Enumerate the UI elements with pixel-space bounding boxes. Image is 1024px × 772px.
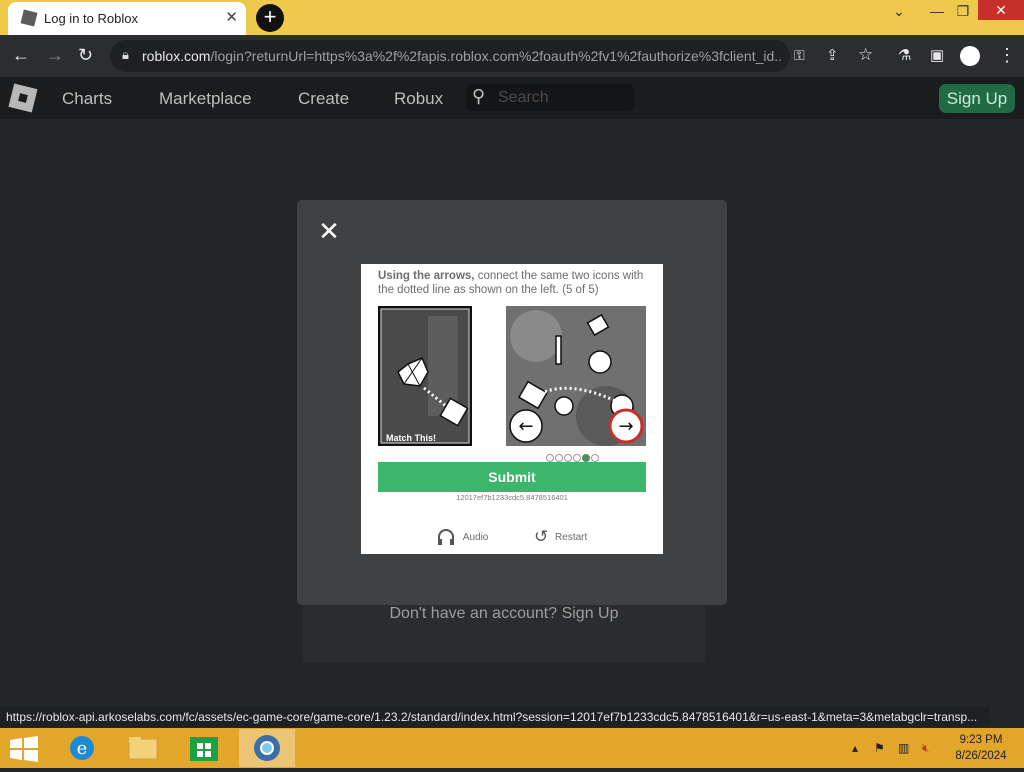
tab-title: Log in to Roblox bbox=[44, 11, 138, 26]
back-icon[interactable]: ← bbox=[12, 45, 30, 66]
browser-tab[interactable]: Log in to Roblox ✕ bbox=[8, 2, 246, 35]
restore-button[interactable]: ❐ bbox=[948, 0, 978, 22]
captcha-audio-button[interactable]: Audio bbox=[436, 527, 488, 547]
site-search-input[interactable]: ⚲ Search bbox=[466, 84, 634, 111]
pager-dot bbox=[582, 454, 590, 462]
bookmark-star-icon[interactable]: ☆ bbox=[858, 45, 873, 65]
pager-dot bbox=[564, 454, 572, 462]
tab-close-icon[interactable]: ✕ bbox=[225, 8, 238, 26]
shell-icon bbox=[554, 396, 574, 416]
svg-text:e: e bbox=[77, 738, 88, 759]
file-explorer-icon[interactable] bbox=[117, 729, 169, 767]
captcha-puzzle-image: ← → bbox=[506, 306, 646, 446]
forward-icon[interactable]: → bbox=[46, 45, 64, 66]
profile-avatar-icon[interactable] bbox=[960, 46, 980, 66]
captcha-instruction: Using the arrows, connect the same two i… bbox=[378, 270, 644, 296]
nav-link-create[interactable]: Create bbox=[298, 89, 349, 109]
restart-label: Restart bbox=[555, 531, 588, 543]
share-icon[interactable]: ⇪ bbox=[826, 46, 839, 64]
modal-close-icon[interactable]: ✕ bbox=[318, 218, 340, 244]
link-status-bubble: https://roblox-api.arkoselabs.com/fc/ass… bbox=[0, 707, 990, 727]
extension-flask-icon[interactable]: ⚗ bbox=[898, 46, 911, 64]
audio-label: Audio bbox=[462, 531, 489, 543]
chrome-taskbar-icon[interactable] bbox=[239, 729, 295, 767]
pager-dot bbox=[573, 454, 581, 462]
signup-button[interactable]: Sign Up bbox=[939, 84, 1015, 113]
nav-link-marketplace[interactable]: Marketplace bbox=[159, 89, 252, 109]
search-icon: ⚲ bbox=[472, 86, 486, 106]
syringe-icon bbox=[555, 335, 562, 365]
clock-time: 9:23 PM bbox=[959, 734, 1003, 746]
nav-link-charts[interactable]: Charts bbox=[62, 89, 112, 109]
roblox-favicon-icon bbox=[20, 9, 38, 27]
windows-start-icon[interactable] bbox=[10, 736, 38, 762]
lock-icon: 🔒︎ bbox=[122, 47, 129, 62]
no-account-signup-link[interactable]: Don't have an account? Sign Up bbox=[303, 605, 705, 623]
puzzle-illustration: ← → bbox=[506, 306, 646, 446]
address-bar[interactable]: 🔒︎ roblox.com/login?returnUrl=https%3a%2… bbox=[110, 40, 790, 72]
network-icon[interactable]: ▥ bbox=[898, 741, 909, 755]
reload-icon[interactable]: ↻ bbox=[78, 45, 93, 66]
new-tab-button[interactable]: + bbox=[256, 4, 284, 32]
clock-date: 8/26/2024 bbox=[955, 750, 1007, 762]
captcha-submit-button[interactable]: Submit bbox=[378, 462, 646, 492]
sidepanel-icon[interactable]: ▣ bbox=[930, 46, 944, 64]
nav-link-robux[interactable]: Robux bbox=[394, 89, 443, 109]
target-icon bbox=[588, 350, 612, 374]
window-chevron-icon[interactable]: ⌄ bbox=[884, 0, 914, 22]
captcha-restart-button[interactable]: ↺ Restart bbox=[534, 527, 587, 547]
search-placeholder: Search bbox=[498, 89, 549, 106]
taskbar-clock[interactable]: 9:23 PM 8/26/2024 bbox=[946, 732, 1016, 764]
internet-explorer-icon[interactable]: e bbox=[56, 729, 108, 767]
captcha-pager-dots bbox=[546, 449, 600, 462]
action-center-flag-icon[interactable]: ⚑ bbox=[874, 741, 885, 755]
tray-overflow-icon[interactable]: ▴ bbox=[852, 741, 858, 755]
pager-dot bbox=[591, 454, 599, 462]
captcha-reference-image: Match This! bbox=[378, 306, 472, 446]
browser-toolbar: ← → ↻ 🔒︎ roblox.com/login?returnUrl=http… bbox=[0, 35, 1024, 77]
headphones-icon bbox=[438, 529, 454, 545]
menu-kebab-icon[interactable]: ⋮ bbox=[998, 45, 1016, 66]
right-arrow-icon: → bbox=[618, 416, 633, 437]
window-close-button[interactable]: ✕ bbox=[978, 0, 1024, 20]
restart-icon: ↺ bbox=[534, 527, 549, 546]
key-icon[interactable]: ⚿ bbox=[794, 47, 805, 64]
captcha-session-id: 12017ef7b1233cdc5.8478516401 bbox=[456, 493, 568, 502]
match-this-label: Match This! bbox=[386, 433, 437, 443]
volume-muted-icon[interactable]: 🔇︎ bbox=[922, 741, 930, 756]
windows-store-icon[interactable] bbox=[178, 729, 230, 767]
pager-dot bbox=[546, 454, 554, 462]
reference-illustration bbox=[380, 308, 470, 444]
url-text: roblox.com/login?returnUrl=https%3a%2f%2… bbox=[142, 48, 782, 64]
pager-dot bbox=[555, 454, 563, 462]
left-arrow-icon: ← bbox=[518, 416, 533, 437]
